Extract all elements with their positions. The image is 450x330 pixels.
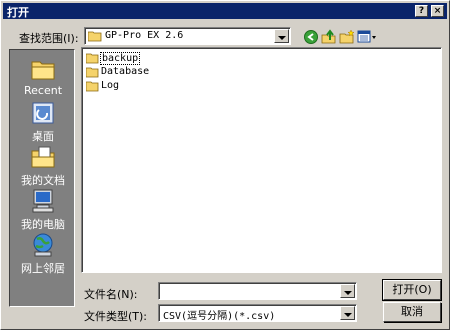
filename-input[interactable] xyxy=(158,282,357,300)
cancel-button[interactable]: 取消 xyxy=(383,302,441,322)
desktop-icon xyxy=(32,102,54,124)
recent-folder-icon xyxy=(31,61,55,80)
place-my-documents[interactable]: 我的文档 xyxy=(10,142,76,187)
open-button[interactable]: 打开(O) xyxy=(382,279,442,301)
place-my-computer[interactable]: 我的电脑 xyxy=(10,186,76,231)
lookin-label: 查找范围(I): xyxy=(19,32,79,45)
help-button[interactable]: ? xyxy=(415,5,428,17)
folder-icon xyxy=(86,67,99,78)
filetype-label: 文件类型(T): xyxy=(84,310,148,323)
up-folder-icon[interactable] xyxy=(321,29,337,45)
open-dialog: 打开 ? × 查找范围(I): GP-Pro EX 2.6 Recent 桌面 … xyxy=(0,0,450,330)
window-title: 打开 xyxy=(7,6,29,19)
filetype-select[interactable]: CSV(逗号分隔)(*.csv) xyxy=(158,304,357,322)
filename-label: 文件名(N): xyxy=(84,288,138,301)
new-folder-icon[interactable] xyxy=(339,29,355,45)
lookin-value: GP-Pro EX 2.6 xyxy=(105,30,184,41)
place-network[interactable]: 网上邻居 xyxy=(10,230,76,275)
place-label: Recent xyxy=(23,84,63,97)
filetype-dropdown-button[interactable] xyxy=(340,306,355,320)
file-list[interactable]: backup Database Log xyxy=(81,47,442,273)
file-name: Database xyxy=(101,66,150,77)
my-documents-icon xyxy=(31,146,55,168)
title-bar: 打开 ? × xyxy=(3,3,447,19)
back-icon[interactable] xyxy=(303,29,319,45)
folder-icon xyxy=(86,53,99,64)
place-recent[interactable]: Recent xyxy=(10,54,76,98)
places-bar: Recent 桌面 我的文档 我的电脑 网上邻居 xyxy=(9,49,75,307)
network-icon xyxy=(33,233,53,257)
place-desktop[interactable]: 桌面 xyxy=(10,98,76,143)
file-name: Log xyxy=(101,80,120,91)
filetype-value: CSV(逗号分隔)(*.csv) xyxy=(163,311,276,322)
file-name: backup xyxy=(100,52,141,65)
view-menu-icon[interactable] xyxy=(357,29,377,45)
lookin-combo[interactable]: GP-Pro EX 2.6 xyxy=(84,27,291,45)
place-label: 网上邻居 xyxy=(21,262,65,275)
filename-dropdown-button[interactable] xyxy=(340,284,355,298)
lookin-dropdown-button[interactable] xyxy=(274,29,289,43)
close-button[interactable]: × xyxy=(431,5,444,17)
my-computer-icon xyxy=(32,189,54,213)
folder-icon xyxy=(86,81,99,92)
folder-icon xyxy=(88,31,102,42)
